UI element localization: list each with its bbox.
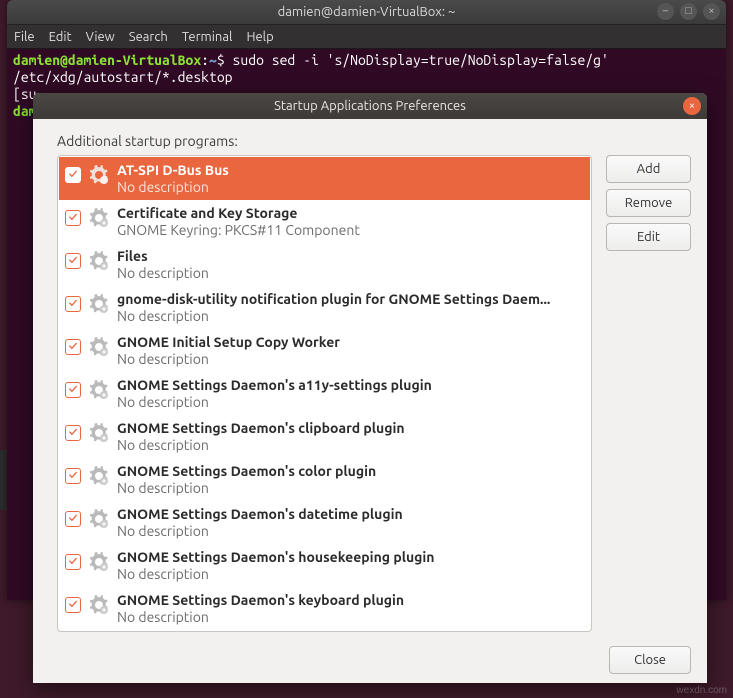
startup-programs-list[interactable]: AT-SPI D-Bus BusNo descriptionCertificat… — [57, 155, 592, 632]
list-item[interactable]: Certificate and Key StorageGNOME Keyring… — [59, 200, 590, 243]
close-button[interactable]: Close — [609, 646, 691, 674]
gear-icon — [87, 593, 111, 617]
dialog-subtitle: Additional startup programs: — [57, 133, 691, 149]
watermark: wexdn.com — [676, 685, 727, 696]
list-item[interactable]: gnome-disk-utility notification plugin f… — [59, 286, 590, 329]
list-item[interactable]: GNOME Settings Daemon's datetime pluginN… — [59, 501, 590, 544]
item-description: No description — [117, 480, 584, 497]
remove-button[interactable]: Remove — [606, 189, 691, 217]
checkbox[interactable] — [65, 339, 81, 355]
prompt-user: damien@damien-VirtualBox — [13, 52, 201, 68]
startup-preferences-dialog: Startup Applications Preferences × Addit… — [33, 93, 707, 683]
window-maximize-icon[interactable]: □ — [680, 3, 697, 20]
item-name: GNOME Initial Setup Copy Worker — [117, 333, 584, 351]
gear-icon — [87, 464, 111, 488]
item-name: Files — [117, 247, 584, 265]
item-description: No description — [117, 523, 584, 540]
close-icon[interactable]: × — [683, 97, 701, 115]
item-description: No description — [117, 437, 584, 454]
item-description: No description — [117, 566, 584, 583]
list-item[interactable]: GNOME Settings Daemon's keyboard pluginN… — [59, 587, 590, 630]
dialog-titlebar[interactable]: Startup Applications Preferences × — [33, 93, 707, 119]
item-description: GNOME Keyring: PKCS#11 Component — [117, 222, 584, 239]
item-description: No description — [117, 265, 584, 282]
window-minimize-icon[interactable]: – — [657, 3, 674, 20]
gear-icon — [87, 507, 111, 531]
terminal-title: damien@damien-VirtualBox: ~ — [278, 5, 456, 19]
add-button[interactable]: Add — [606, 155, 691, 183]
item-name: GNOME Settings Daemon's datetime plugin — [117, 505, 584, 523]
list-item[interactable]: AT-SPI D-Bus BusNo description — [59, 157, 590, 200]
item-name: GNOME Settings Daemon's color plugin — [117, 462, 584, 480]
checkbox[interactable] — [65, 382, 81, 398]
menu-search[interactable]: Search — [129, 30, 168, 44]
item-name: AT-SPI D-Bus Bus — [117, 161, 584, 179]
menu-terminal[interactable]: Terminal — [182, 30, 233, 44]
menu-file[interactable]: File — [14, 30, 35, 44]
item-description: No description — [117, 394, 584, 411]
terminal-titlebar[interactable]: damien@damien-VirtualBox: ~ – □ × — [7, 0, 726, 25]
checkbox[interactable] — [65, 167, 81, 183]
checkbox[interactable] — [65, 210, 81, 226]
window-close-icon[interactable]: × — [703, 3, 720, 20]
list-item[interactable]: GNOME Settings Daemon's housekeeping plu… — [59, 544, 590, 587]
gear-icon — [87, 550, 111, 574]
dialog-title: Startup Applications Preferences — [274, 99, 466, 113]
menu-view[interactable]: View — [86, 30, 115, 44]
checkbox[interactable] — [65, 597, 81, 613]
item-name: GNOME Settings Daemon's housekeeping plu… — [117, 548, 584, 566]
checkbox[interactable] — [65, 425, 81, 441]
item-description: No description — [117, 609, 584, 626]
checkbox[interactable] — [65, 253, 81, 269]
list-item[interactable]: FilesNo description — [59, 243, 590, 286]
gear-icon — [87, 335, 111, 359]
menu-edit[interactable]: Edit — [49, 30, 72, 44]
list-item[interactable]: GNOME Settings Daemon's color pluginNo d… — [59, 458, 590, 501]
item-name: GNOME Settings Daemon's clipboard plugin — [117, 419, 584, 437]
gear-icon — [87, 292, 111, 316]
edit-button[interactable]: Edit — [606, 223, 691, 251]
menu-help[interactable]: Help — [246, 30, 273, 44]
item-name: Certificate and Key Storage — [117, 204, 584, 222]
item-description: No description — [117, 351, 584, 368]
gear-icon — [87, 249, 111, 273]
item-name: GNOME Settings Daemon's a11y-settings pl… — [117, 376, 584, 394]
list-item[interactable]: GNOME Settings Daemon's clipboard plugin… — [59, 415, 590, 458]
gear-icon — [87, 378, 111, 402]
list-item[interactable]: GNOME Settings Daemon's a11y-settings pl… — [59, 372, 590, 415]
gear-icon — [87, 421, 111, 445]
item-description: No description — [117, 308, 584, 325]
terminal-menubar: File Edit View Search Terminal Help — [7, 25, 726, 49]
list-item[interactable]: GNOME Initial Setup Copy WorkerNo descri… — [59, 329, 590, 372]
checkbox[interactable] — [65, 296, 81, 312]
checkbox[interactable] — [65, 511, 81, 527]
item-name: gnome-disk-utility notification plugin f… — [117, 290, 584, 308]
item-description: No description — [117, 179, 584, 196]
gear-icon — [87, 163, 111, 187]
item-name: GNOME Settings Daemon's keyboard plugin — [117, 591, 584, 609]
checkbox[interactable] — [65, 468, 81, 484]
gear-icon — [87, 206, 111, 230]
prompt-path: ~ — [209, 52, 217, 68]
checkbox[interactable] — [65, 554, 81, 570]
